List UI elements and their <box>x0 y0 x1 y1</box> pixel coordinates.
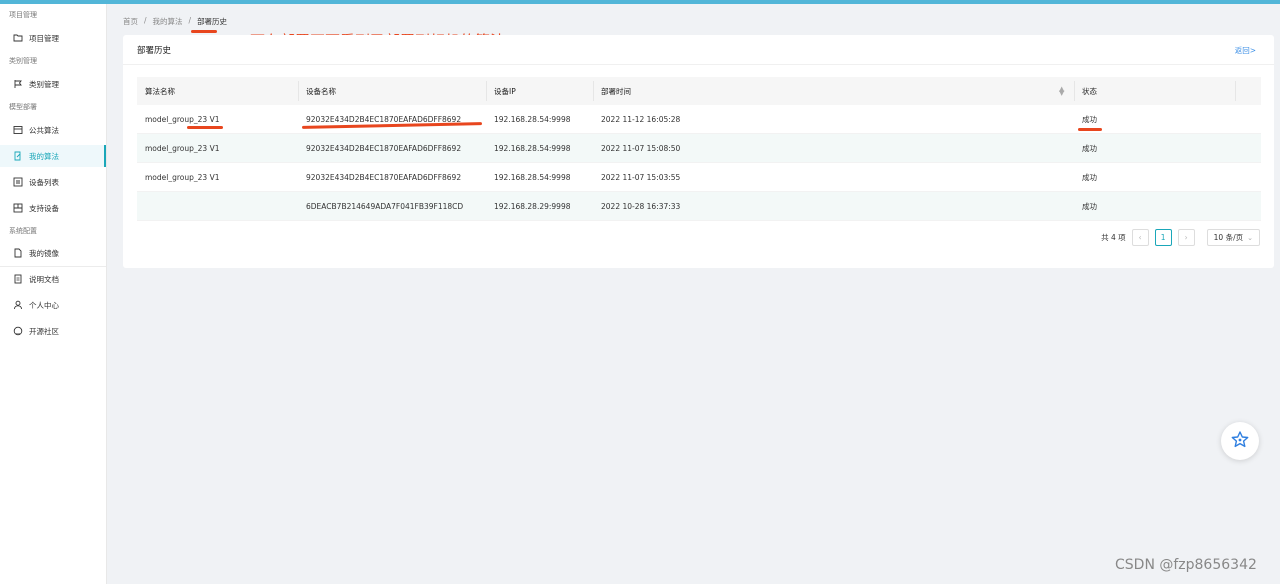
sidebar-item-open-source[interactable]: 开源社区 <box>0 320 106 342</box>
cell-deploy-time: 2022 11-07 15:08:50 <box>601 143 681 153</box>
breadcrumb-separator: / <box>188 16 192 25</box>
top-accent-bar <box>0 0 1280 4</box>
assistant-star-button[interactable] <box>1221 422 1259 460</box>
header-deploy-time[interactable]: 部署时间 <box>593 86 1074 97</box>
header-device-ip: 设备IP <box>494 86 516 96</box>
column-separator <box>486 81 487 101</box>
page-size-select[interactable]: 10 条/页 ⌄ <box>1206 229 1260 246</box>
sidebar-item-label: 我的镜像 <box>29 248 59 258</box>
cell-device-ip: 192.168.28.54:9998 <box>494 172 571 182</box>
cell-algo-name: model_group_23 V1 <box>145 172 220 182</box>
sidebar-item-label: 设备列表 <box>29 177 59 187</box>
cell-status: 成功 <box>1082 201 1097 211</box>
cell-device-name: 6DEACB7B214649ADA7F041FB39F118CD <box>306 201 464 211</box>
cell-device-name: 92032E434D2B4EC1870EAFAD6DFF8692 <box>306 143 462 153</box>
cell-algo-name: model_group_23 V1 <box>145 143 220 153</box>
doc-icon <box>13 274 23 284</box>
section-model-deploy: 模型部署 <box>9 103 37 111</box>
pagination-page-button[interactable]: 1 <box>1154 229 1172 246</box>
breadcrumb-current: 部署历史 <box>197 17 228 26</box>
cell-deploy-time: 2022 11-07 15:03:55 <box>601 172 681 182</box>
deploy-history-card: 部署历史 返回> 算法名称 设备名称 设备IP 部署时间 状态 ▲ ▼ model… <box>123 35 1274 268</box>
cell-algo-name: model_group_23 V1 <box>145 114 220 124</box>
sidebar-item-label: 开源社区 <box>29 326 59 336</box>
page-size-value: 10 条/页 <box>1213 233 1244 242</box>
device-icon <box>13 203 23 213</box>
cell-device-ip: 192.168.28.54:9998 <box>494 114 571 124</box>
sidebar-item-label: 个人中心 <box>29 300 59 310</box>
edit-doc-icon <box>13 151 23 161</box>
section-category: 类别管理 <box>9 57 37 65</box>
box-icon <box>13 125 23 135</box>
cell-status: 成功 <box>1082 114 1097 124</box>
watermark-text: CSDN @fzp8656342 <box>1115 557 1257 573</box>
github-icon <box>13 326 23 336</box>
table-row: model_group_23 V1 92032E434D2B4EC1870EAF… <box>137 134 1261 163</box>
column-separator <box>1074 81 1075 101</box>
breadcrumb-separator: / <box>144 16 147 25</box>
breadcrumb: 首页 / 我的算法 / 部署历史 <box>123 16 227 27</box>
chevron-down-icon: ⌄ <box>1247 233 1253 242</box>
annotation-underline <box>191 30 217 33</box>
sidebar: 项目管理 项目管理 类别管理 类别管理 模型部署 公共算法 我的算法 设备列表 … <box>0 4 107 584</box>
cell-status: 成功 <box>1082 172 1097 182</box>
cell-device-name: 92032E434D2B4EC1870EAFAD6DFF8692 <box>306 172 462 182</box>
column-separator <box>298 81 299 101</box>
pagination: 共 4 项 ‹ 1 › 10 条/页 ⌄ <box>1101 229 1260 246</box>
table-header: 算法名称 设备名称 设备IP 部署时间 状态 ▲ ▼ <box>137 77 1261 105</box>
sidebar-item-label: 公共算法 <box>29 125 59 135</box>
sidebar-item-device-list[interactable]: 设备列表 <box>0 171 106 193</box>
sidebar-item-label: 我的算法 <box>29 151 59 161</box>
pagination-next-button[interactable]: › <box>1177 229 1195 246</box>
annotation-underline <box>187 126 223 129</box>
annotation-underline <box>1078 128 1102 131</box>
pagination-prev-button[interactable]: ‹ <box>1131 229 1149 246</box>
column-separator <box>593 81 594 101</box>
cell-status: 成功 <box>1082 143 1097 153</box>
sidebar-item-personal-center[interactable]: 个人中心 <box>0 294 106 316</box>
folder-icon <box>13 33 23 43</box>
sidebar-item-label: 类别管理 <box>29 79 59 89</box>
sidebar-item-docs[interactable]: 说明文档 <box>0 268 106 290</box>
section-system-config: 系统配置 <box>9 227 37 235</box>
file-icon <box>13 248 23 258</box>
card-divider <box>123 64 1274 65</box>
sidebar-item-my-image[interactable]: 我的镜像 <box>0 242 106 264</box>
page-title: 部署历史 <box>137 46 172 56</box>
sidebar-item-category-manage[interactable]: 类别管理 <box>0 73 106 95</box>
breadcrumb-home[interactable]: 首页 <box>123 16 138 27</box>
cell-deploy-time: 2022 11-12 16:05:28 <box>601 114 681 124</box>
breadcrumb-my-algo[interactable]: 我的算法 <box>153 16 183 27</box>
header-device-name: 设备名称 <box>306 86 336 96</box>
flag-icon <box>13 79 23 89</box>
section-project: 项目管理 <box>9 11 37 19</box>
sidebar-item-supported-device[interactable]: 支持设备 <box>0 197 106 219</box>
sidebar-item-project-manage[interactable]: 项目管理 <box>0 27 106 49</box>
sidebar-item-label: 说明文档 <box>29 274 59 284</box>
header-algo-name: 算法名称 <box>145 86 175 96</box>
cell-device-ip: 192.168.28.29:9998 <box>494 201 571 211</box>
column-separator <box>1235 81 1236 101</box>
sort-icon[interactable]: ▲ ▼ <box>1059 86 1064 97</box>
table-row: 6DEACB7B214649ADA7F041FB39F118CD 192.168… <box>137 192 1261 221</box>
sidebar-item-my-algo[interactable]: 我的算法 <box>0 145 106 167</box>
user-icon <box>13 300 23 310</box>
back-link[interactable]: 返回> <box>1235 45 1256 56</box>
star-icon <box>1230 430 1250 452</box>
sidebar-divider <box>0 266 106 267</box>
cell-deploy-time: 2022 10-28 16:37:33 <box>601 201 681 211</box>
pagination-total: 共 4 项 <box>1101 233 1126 242</box>
sidebar-item-label: 项目管理 <box>29 33 59 43</box>
sidebar-item-label: 支持设备 <box>29 203 59 213</box>
deploy-history-table: 算法名称 设备名称 设备IP 部署时间 状态 ▲ ▼ model_group_23… <box>137 77 1261 221</box>
cell-device-ip: 192.168.28.54:9998 <box>494 143 571 153</box>
table-row: model_group_23 V1 92032E434D2B4EC1870EAF… <box>137 163 1261 192</box>
list-icon <box>13 177 23 187</box>
header-status: 状态 <box>1082 86 1097 96</box>
sidebar-item-public-algo[interactable]: 公共算法 <box>0 119 106 141</box>
